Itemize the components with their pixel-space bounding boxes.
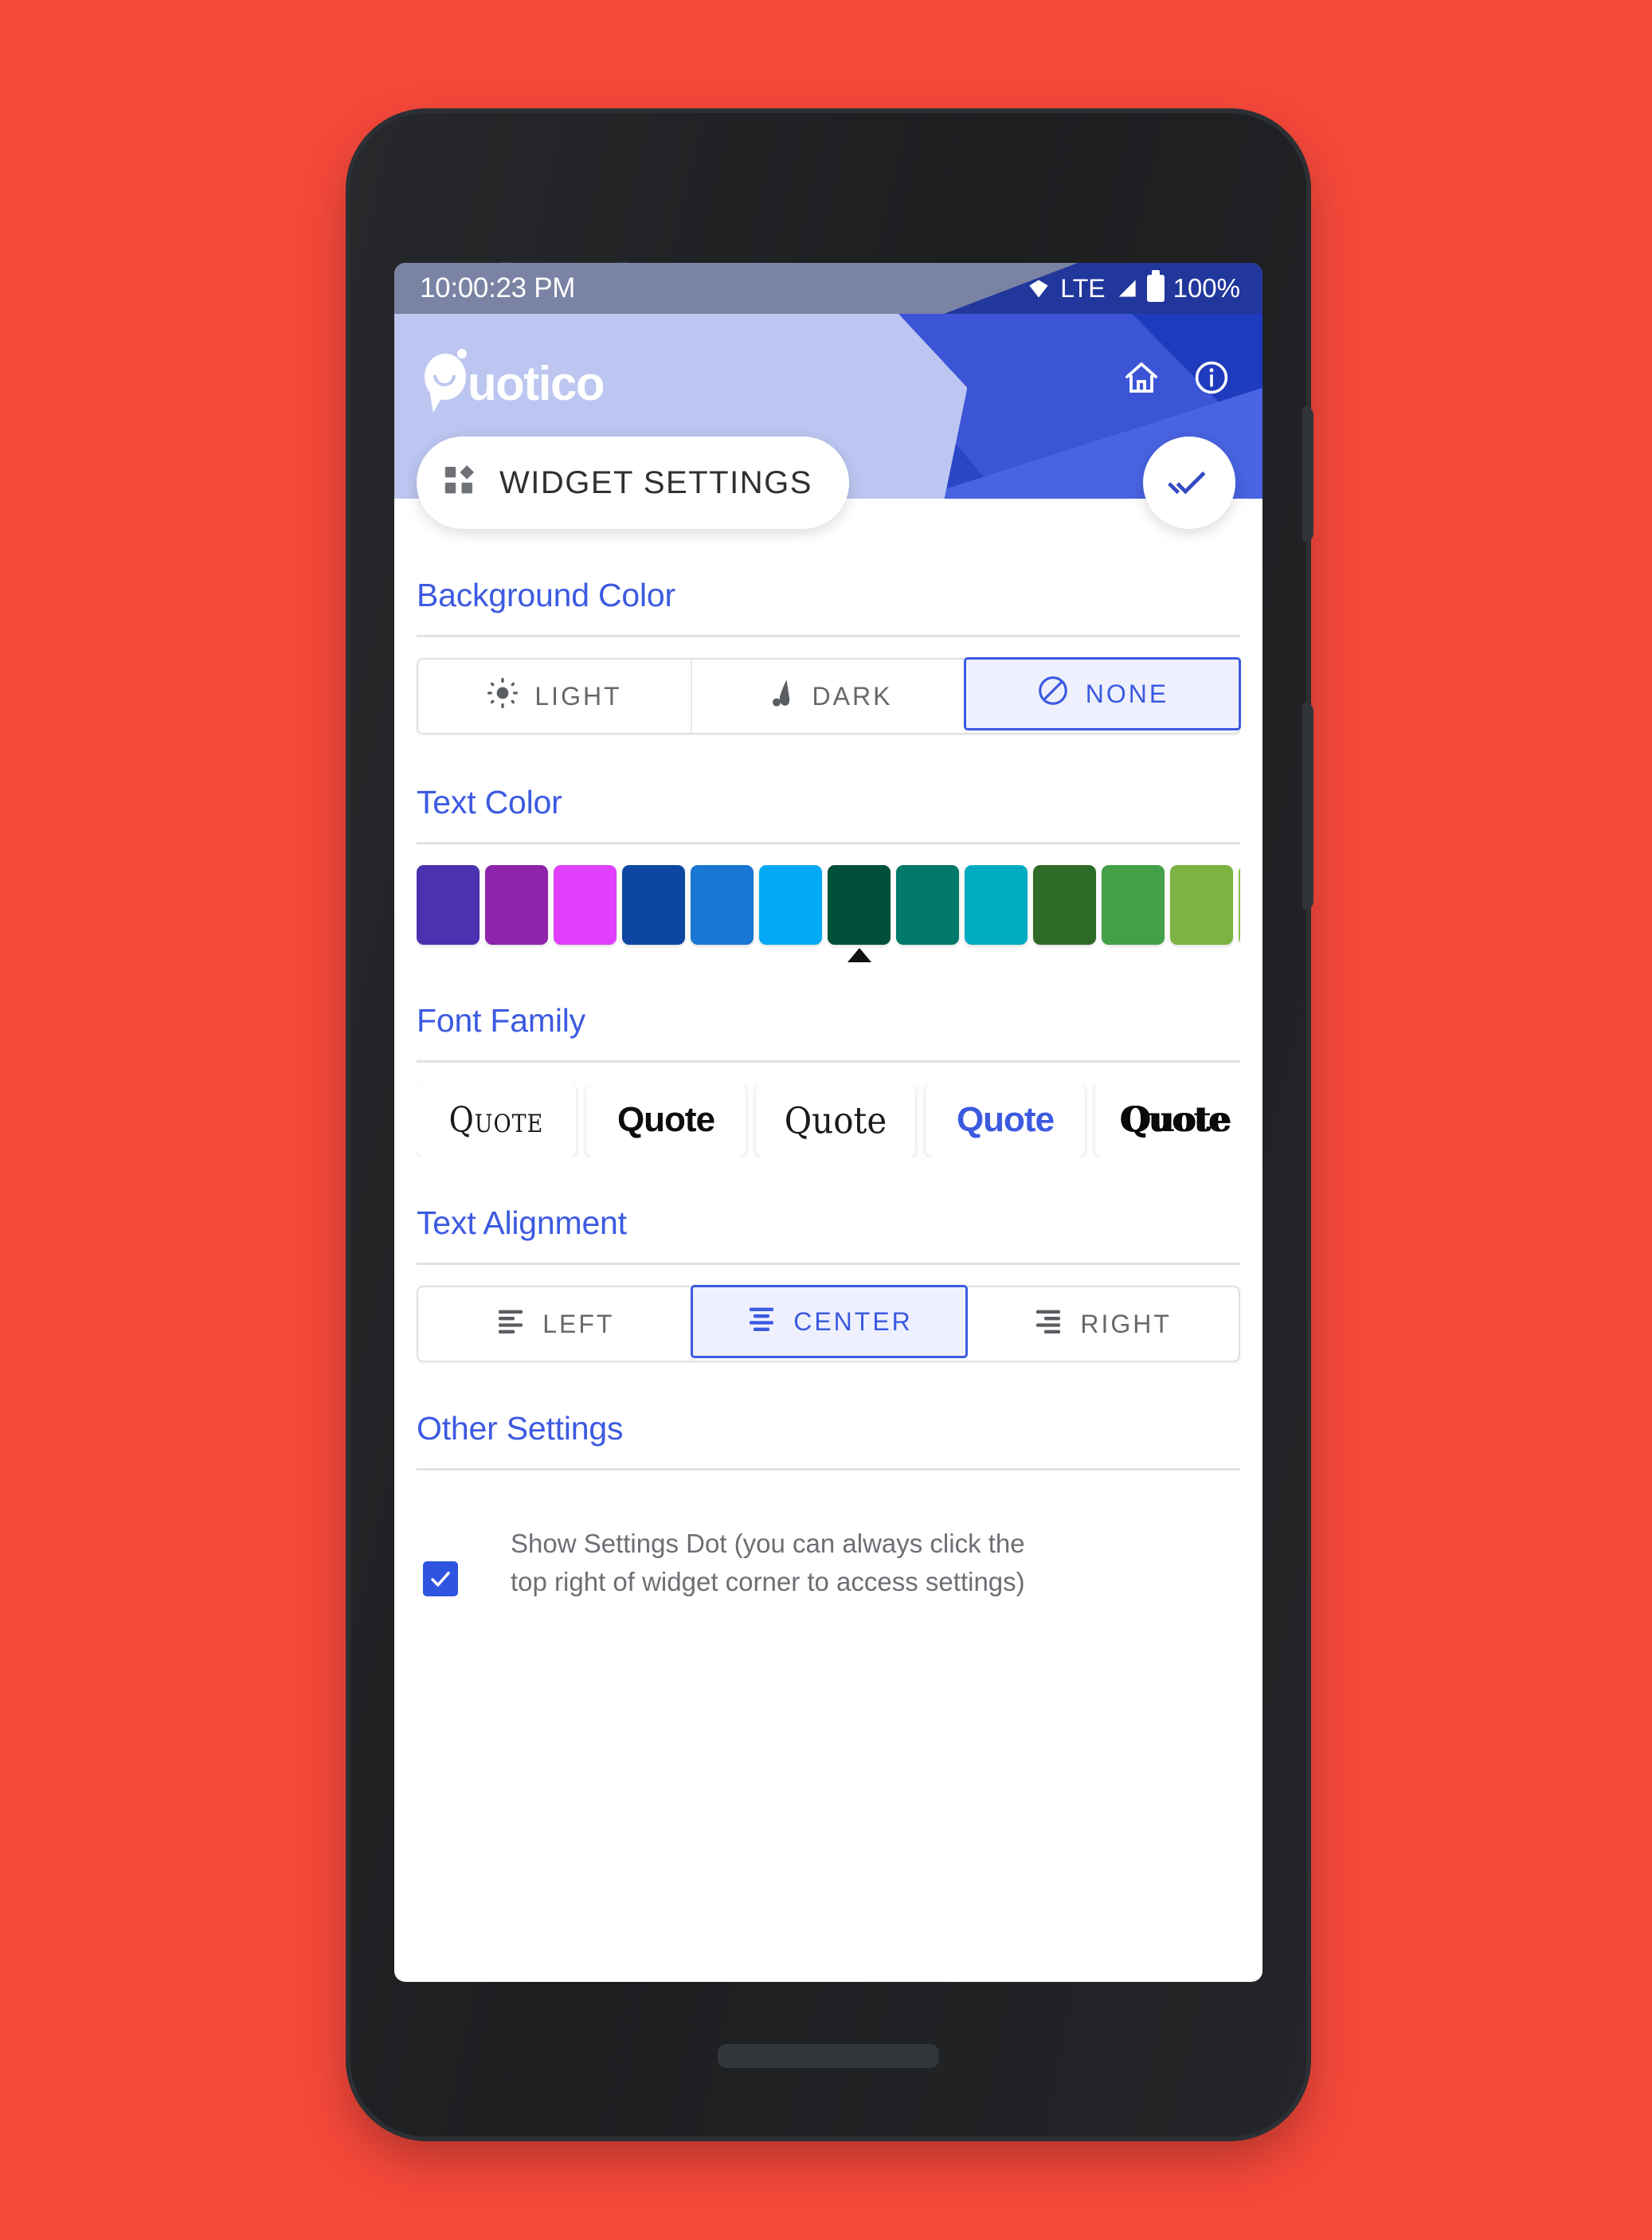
section-other-settings: Other Settings Show Settings Dot (you ca…	[394, 1410, 1262, 1601]
text-color-swatch[interactable]	[622, 865, 685, 945]
format-align-right-icon	[1032, 1305, 1064, 1343]
format-align-left-icon	[495, 1305, 527, 1343]
font-option-4[interactable]: Quote	[926, 1083, 1085, 1157]
bottom-speaker-grille	[718, 2044, 939, 2068]
background-color-heading: Background Color	[417, 577, 1240, 637]
font-option-1[interactable]: Quote	[417, 1083, 576, 1157]
alignment-option-left-label: LEFT	[542, 1309, 615, 1338]
background-option-light[interactable]: LIGHT	[418, 660, 692, 733]
font-option-3-sample: Quote	[784, 1098, 887, 1142]
moon-icon	[765, 677, 797, 715]
background-option-dark-label: DARK	[812, 681, 893, 711]
network-type-label: LTE	[1060, 273, 1106, 303]
text-color-selected-caret-wrap	[417, 948, 1240, 965]
show-settings-dot-label: Show Settings Dot (you can always click …	[511, 1529, 1025, 1596]
text-color-swatch[interactable]	[1102, 865, 1165, 945]
section-text-color: Text Color	[394, 784, 1262, 965]
dashboard-widgets-icon	[442, 463, 479, 503]
font-family-heading: Font Family	[417, 1002, 1240, 1063]
alignment-option-center[interactable]: CENTER	[690, 1285, 969, 1358]
text-alignment-segmented-control: LEFT CENTER RIGHT	[417, 1285, 1240, 1362]
alignment-option-right-label: RIGHT	[1080, 1309, 1172, 1338]
show-settings-dot-checkbox[interactable]	[423, 1561, 458, 1596]
app-name-label: uotico	[468, 357, 605, 410]
text-color-swatch[interactable]	[759, 865, 822, 945]
phone-screen: 10:00:23 PM LTE 100% uotico WIDGET SETTI…	[394, 263, 1262, 1982]
section-background-color: Background Color LIGHT DARK NONE	[394, 499, 1262, 734]
header-action-bar	[1122, 358, 1231, 397]
text-color-swatch[interactable]	[896, 865, 959, 945]
background-option-light-label: LIGHT	[534, 681, 622, 711]
selected-color-caret-icon	[847, 948, 871, 962]
text-color-swatch[interactable]	[1033, 865, 1096, 945]
speech-bubble-q-icon	[425, 349, 467, 414]
format-align-center-icon	[746, 1302, 777, 1341]
font-option-2[interactable]: Quote	[586, 1083, 746, 1157]
signal-bars-icon	[1114, 277, 1138, 300]
font-option-1-sample: Quote	[448, 1099, 544, 1141]
alignment-option-right[interactable]: RIGHT	[965, 1287, 1239, 1361]
text-color-swatch-row[interactable]	[417, 865, 1240, 948]
font-option-2-sample: Quote	[617, 1100, 715, 1139]
text-color-swatch[interactable]	[828, 865, 891, 945]
volume-button[interactable]	[1302, 703, 1313, 910]
wifi-icon	[1026, 277, 1051, 300]
status-bar: 10:00:23 PM LTE 100%	[394, 263, 1262, 314]
other-settings-heading: Other Settings	[417, 1410, 1240, 1470]
info-circle-icon[interactable]	[1192, 358, 1231, 397]
text-color-swatch[interactable]	[691, 865, 754, 945]
alignment-option-center-label: CENTER	[793, 1306, 913, 1336]
widget-settings-title-card[interactable]: WIDGET SETTINGS	[417, 437, 849, 529]
font-option-5-sample: Quote	[1120, 1100, 1231, 1140]
background-color-segmented-control: LIGHT DARK NONE	[417, 657, 1241, 734]
alignment-option-left[interactable]: LEFT	[418, 1287, 693, 1361]
save-settings-fab-button[interactable]	[1143, 437, 1235, 529]
font-option-5[interactable]: Quote	[1095, 1083, 1240, 1157]
sun-icon	[487, 677, 519, 715]
settings-content: WIDGET SETTINGS Background Color LIGHT D…	[394, 437, 1262, 1980]
section-font-family: Font Family Quote Quote Quote Quote Quot…	[394, 1002, 1262, 1157]
block-circle-slash-icon	[1036, 674, 1070, 714]
status-bar-indicators: LTE 100%	[1026, 273, 1240, 303]
status-bar-clock: 10:00:23 PM	[420, 272, 576, 303]
text-color-swatch[interactable]	[1170, 865, 1233, 945]
text-color-swatch[interactable]	[1239, 865, 1240, 945]
text-color-swatch[interactable]	[965, 865, 1028, 945]
widget-settings-label: WIDGET SETTINGS	[499, 464, 812, 500]
text-color-swatch[interactable]	[485, 865, 548, 945]
home-icon[interactable]	[1122, 358, 1161, 397]
phone-device-frame: 10:00:23 PM LTE 100% uotico WIDGET SETTI…	[350, 113, 1313, 2136]
background-option-none[interactable]: NONE	[964, 657, 1241, 730]
font-option-4-sample: Quote	[956, 1100, 1055, 1139]
battery-full-icon	[1146, 275, 1165, 302]
background-option-dark[interactable]: DARK	[692, 660, 966, 733]
text-color-swatch[interactable]	[417, 865, 480, 945]
show-settings-dot-row[interactable]: Show Settings Dot (you can always click …	[417, 1491, 1240, 1601]
text-color-heading: Text Color	[417, 784, 1240, 844]
font-family-options-row: Quote Quote Quote Quote Quote	[417, 1083, 1240, 1157]
battery-percent-label: 100%	[1172, 273, 1240, 303]
section-text-alignment: Text Alignment LEFT CENTER RIGHT	[394, 1204, 1262, 1362]
font-option-3[interactable]: Quote	[756, 1083, 915, 1157]
text-color-swatch[interactable]	[554, 865, 617, 945]
power-button[interactable]	[1302, 406, 1313, 542]
text-alignment-heading: Text Alignment	[417, 1204, 1240, 1265]
background-option-none-label: NONE	[1085, 679, 1169, 708]
app-logo: uotico	[425, 349, 605, 414]
